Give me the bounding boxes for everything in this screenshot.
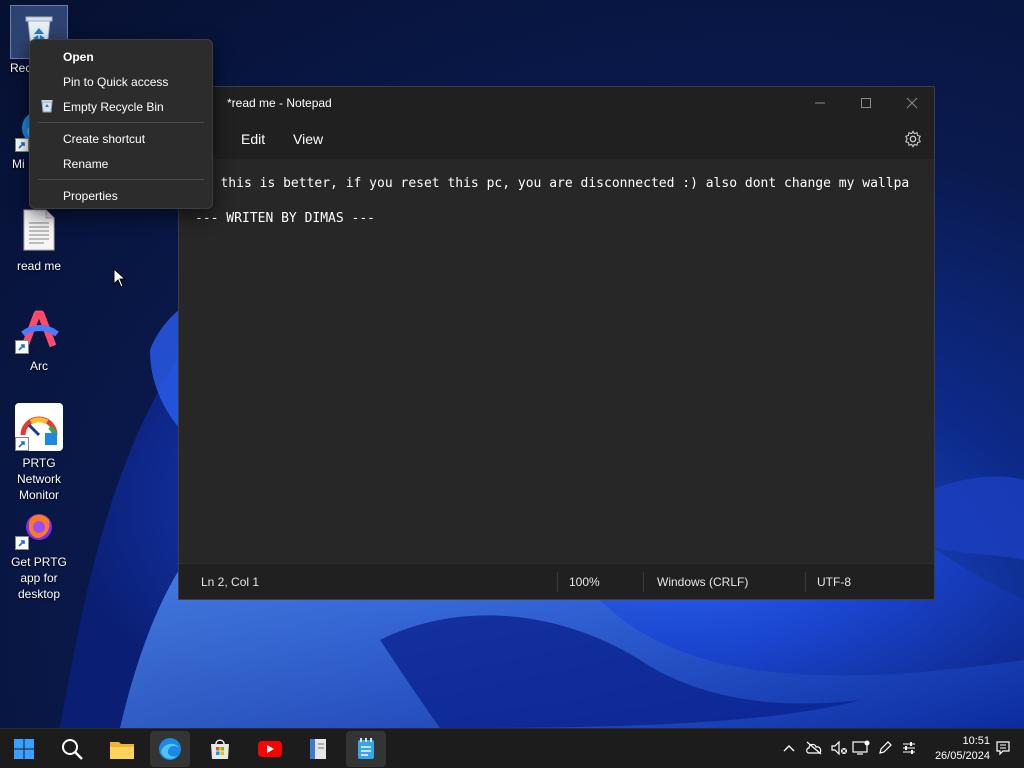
status-divider xyxy=(557,572,558,592)
title-bar[interactable]: *read me - Notepad xyxy=(179,87,934,119)
close-button[interactable] xyxy=(889,87,935,119)
start-button[interactable] xyxy=(4,731,44,767)
text-line: ys this is better, if you reset this pc,… xyxy=(197,176,910,191)
edge-icon xyxy=(159,738,181,760)
zoom-level: 100% xyxy=(569,575,600,589)
clock[interactable]: 10:51 26/05/2024 xyxy=(920,734,990,764)
text-line: --- WRITEN BY DIMAS --- xyxy=(195,211,376,226)
menu-separator xyxy=(38,179,204,180)
shortcut-arrow-icon xyxy=(15,437,29,451)
search-button[interactable] xyxy=(52,731,92,767)
cloud-offline-icon[interactable] xyxy=(805,739,823,757)
arc-icon xyxy=(15,306,63,354)
encoding: UTF-8 xyxy=(817,575,851,589)
clock-time: 10:51 xyxy=(962,735,990,747)
status-divider xyxy=(643,572,644,592)
start-icon xyxy=(14,739,34,759)
desktop-icon-label: read me xyxy=(16,259,62,273)
menu-item-open[interactable]: Open xyxy=(30,44,212,69)
youtube-button[interactable] xyxy=(250,731,290,767)
desktop-icon-arc[interactable]: Arc xyxy=(0,306,78,374)
book-app-button[interactable] xyxy=(298,731,338,767)
taskbar: 10:51 26/05/2024 xyxy=(0,728,1024,768)
file-explorer-icon xyxy=(110,742,134,759)
shortcut-arrow-icon xyxy=(15,536,29,550)
text-editor-area[interactable]: ys this is better, if you reset this pc,… xyxy=(179,159,934,565)
close-icon xyxy=(906,97,918,109)
pen-icon[interactable] xyxy=(876,739,894,757)
mouse-pointer-icon xyxy=(113,268,127,288)
youtube-icon xyxy=(258,741,282,757)
desktop-icon-label: Get PRTG app for desktop xyxy=(11,555,67,601)
menu-item-label: Empty Recycle Bin xyxy=(63,99,164,114)
desktop-icon-label: Arc xyxy=(30,359,48,373)
desktop-icon-read-me[interactable]: read me xyxy=(0,206,78,274)
desktop-icon-prtg-network-monitor[interactable]: PRTG Network Monitor xyxy=(0,403,78,503)
notepad-icon xyxy=(358,738,374,759)
shortcut-arrow-icon xyxy=(15,340,29,354)
maximize-button[interactable] xyxy=(843,87,889,119)
minimize-icon xyxy=(815,102,825,104)
notepad-window[interactable]: *read me - Notepad Edit View ys this is … xyxy=(178,86,935,600)
minimize-button[interactable] xyxy=(797,87,843,119)
desktop-icon-label: PRTG Network Monitor xyxy=(16,456,61,502)
prtg-gauge-icon xyxy=(15,403,63,451)
edge-taskbar-button[interactable] xyxy=(150,731,190,767)
clock-date: 26/05/2024 xyxy=(934,750,990,762)
menu-view[interactable]: View xyxy=(293,131,323,147)
maximize-icon xyxy=(861,98,871,108)
context-menu: Open Pin to Quick access Empty Recycle B… xyxy=(29,39,213,209)
menu-bar: Edit View xyxy=(179,119,934,159)
microsoft-store-button[interactable] xyxy=(200,731,240,767)
notifications-icon[interactable] xyxy=(994,739,1012,757)
search-icon xyxy=(62,739,83,760)
book-app-icon xyxy=(310,739,326,759)
settings-gear-icon[interactable] xyxy=(904,130,922,148)
menu-item-pin-to-quick-access[interactable]: Pin to Quick access xyxy=(30,69,212,94)
show-hidden-icons-chevron-up-icon[interactable] xyxy=(780,739,798,757)
microsoft-store-icon xyxy=(211,739,229,759)
shortcut-arrow-icon xyxy=(15,138,29,152)
status-bar: Ln 2, Col 1 100% Windows (CRLF) UTF-8 xyxy=(179,563,934,599)
text-file-icon xyxy=(15,206,63,254)
status-divider xyxy=(805,572,806,592)
settings-sliders-icon[interactable] xyxy=(900,739,918,757)
recycle-bin-small-icon xyxy=(41,100,53,113)
menu-item-empty-recycle-bin[interactable]: Empty Recycle Bin xyxy=(30,94,212,119)
menu-edit[interactable]: Edit xyxy=(241,131,265,147)
menu-item-properties[interactable]: Properties xyxy=(30,183,212,208)
cursor-position: Ln 2, Col 1 xyxy=(201,575,260,589)
menu-item-create-shortcut[interactable]: Create shortcut xyxy=(30,126,212,151)
firefox-icon xyxy=(15,502,63,550)
window-title: *read me - Notepad xyxy=(227,96,332,110)
desktop-icon-get-prtg-app[interactable]: Get PRTG app for desktop xyxy=(0,502,78,602)
line-ending: Windows (CRLF) xyxy=(657,575,749,589)
file-explorer-button[interactable] xyxy=(102,731,142,767)
menu-item-rename[interactable]: Rename xyxy=(30,151,212,176)
volume-muted-icon[interactable] xyxy=(830,739,848,757)
notepad-taskbar-button[interactable] xyxy=(346,731,386,767)
network-monitor-icon[interactable] xyxy=(852,739,870,757)
menu-separator xyxy=(38,122,204,123)
